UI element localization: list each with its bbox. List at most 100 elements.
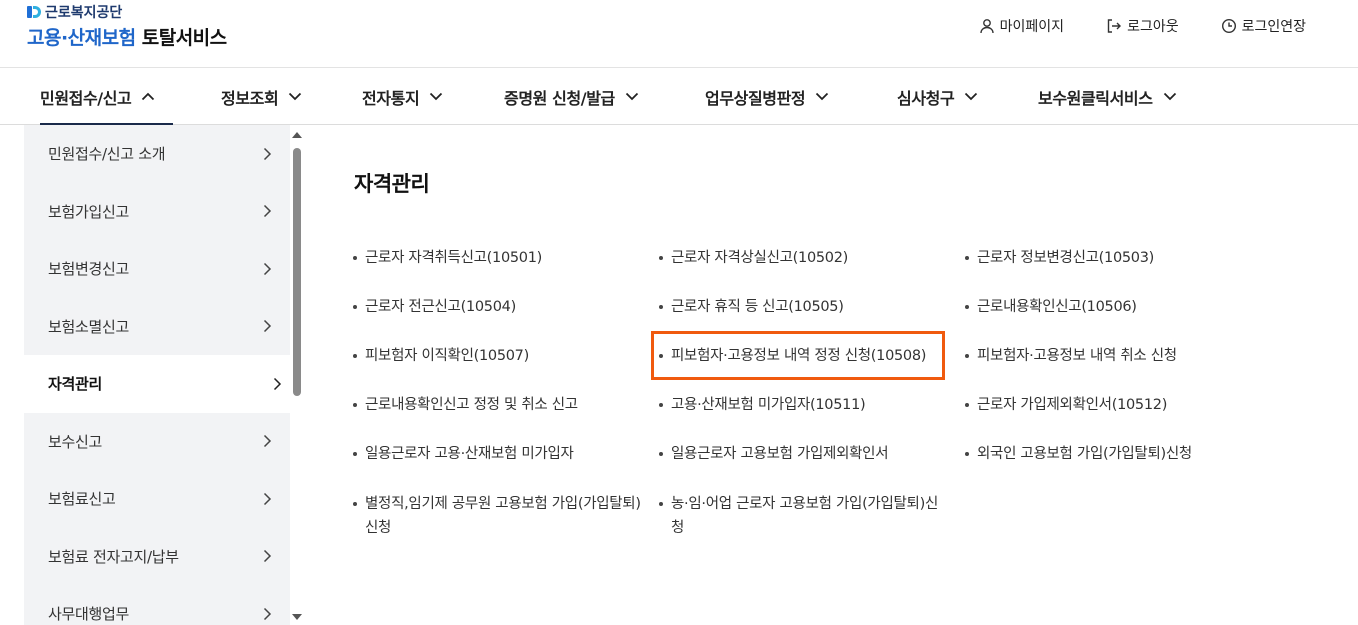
sidebar-item-label: 보험소멸신고 — [48, 317, 130, 336]
gnb-label: 민원접수/신고 — [40, 88, 132, 108]
sidebar-item-qualification[interactable]: 자격관리 — [24, 355, 290, 413]
login-extend-label: 로그인연장 — [1241, 19, 1306, 35]
sidebar-item-label: 보수신고 — [48, 432, 103, 451]
link-item[interactable]: 근로자 정보변경신고(10503) — [965, 246, 1255, 270]
logo[interactable]: 근로복지공단 고용·산재보험 토탈서비스 — [27, 3, 227, 50]
gnb-item-certificate[interactable]: 증명원 신청/발급 — [504, 68, 639, 125]
mypage-label: 마이페이지 — [999, 19, 1065, 35]
chevron-down-icon — [816, 92, 829, 101]
bullet-icon — [659, 305, 663, 309]
gnb-item-occupational-disease[interactable]: 업무상질병판정 — [705, 68, 829, 125]
sidebar-scrollbar[interactable] — [292, 132, 302, 620]
service-name: 고용·산재보험 토탈서비스 — [27, 23, 227, 50]
link-item[interactable]: 농·임·어업 근로자 고용보험 가입(가입탈퇴)신청 — [659, 492, 949, 540]
sidebar-item-label: 보험료 전자고지/납부 — [48, 547, 179, 566]
link-label: 근로내용확인신고 정정 및 취소 신고 — [365, 397, 578, 413]
gnb-item-e-notice[interactable]: 전자통지 — [362, 68, 443, 125]
gnb-item-payroll-oneclick[interactable]: 보수원클릭서비스 — [1038, 68, 1177, 125]
gnb-item-info-lookup[interactable]: 정보조회 — [221, 68, 302, 125]
sidebar-item-insurance-change[interactable]: 보험변경신고 — [24, 240, 290, 298]
link-label: 피보험자 이직확인(10507) — [365, 348, 529, 364]
person-icon — [979, 19, 994, 34]
bullet-icon — [659, 403, 663, 407]
bullet-icon — [353, 502, 357, 506]
sidebar-item-insurance-termination[interactable]: 보험소멸신고 — [24, 298, 290, 356]
link-item[interactable]: 일용근로자 고용·산재보험 미가입자 — [353, 442, 643, 466]
gnb-label: 업무상질병판정 — [705, 88, 806, 108]
chevron-down-icon — [430, 92, 443, 101]
chevron-down-icon — [965, 92, 978, 101]
link-item[interactable]: 일용근로자 고용보험 가입제외확인서 — [659, 442, 949, 466]
chevron-right-icon — [263, 492, 272, 505]
scrollbar-thumb[interactable] — [293, 148, 301, 396]
link-label: 별정직,임기제 공무원 고용보험 가입(가입탈퇴)신청 — [365, 496, 641, 536]
link-item[interactable]: 근로자 자격상실신고(10502) — [659, 246, 949, 270]
sidebar-item-payroll-report[interactable]: 보수신고 — [24, 413, 290, 471]
scroll-down-arrow-icon[interactable] — [292, 614, 302, 620]
bullet-icon — [659, 256, 663, 260]
sidebar-item-premium-report[interactable]: 보험료신고 — [24, 470, 290, 528]
bullet-icon — [965, 403, 969, 407]
link-label: 근로자 휴직 등 신고(10505) — [671, 299, 844, 315]
link-label: 근로내용확인신고(10506) — [977, 299, 1137, 315]
chevron-right-icon — [263, 147, 272, 160]
sidebar-item-premium-e-notice[interactable]: 보험료 전자고지/납부 — [24, 528, 290, 586]
link-item[interactable]: 근로자 휴직 등 신고(10505) — [659, 295, 949, 319]
link-label: 고용·산재보험 미가입자(10511) — [671, 397, 866, 413]
logout-label: 로그아웃 — [1127, 19, 1179, 35]
link-item[interactable]: 근로자 자격취득신고(10501) — [353, 246, 643, 270]
link-item[interactable]: 근로자 가입제외확인서(10512) — [965, 393, 1255, 417]
chevron-down-icon — [1163, 92, 1176, 101]
gnb-label: 증명원 신청/발급 — [504, 88, 615, 108]
link-label: 근로자 전근신고(10504) — [365, 299, 516, 315]
link-item[interactable]: 피보험자·고용정보 내역 취소 신청 — [965, 344, 1255, 368]
bullet-icon — [353, 452, 357, 456]
link-label: 일용근로자 고용보험 가입제외확인서 — [671, 446, 889, 462]
bullet-icon — [659, 452, 663, 456]
chevron-right-icon — [263, 262, 272, 275]
chevron-right-icon — [263, 205, 272, 218]
link-label: 근로자 자격취득신고(10501) — [365, 250, 543, 266]
sidebar-item-insurance-join[interactable]: 보험가입신고 — [24, 183, 290, 241]
bullet-icon — [353, 403, 357, 407]
scroll-up-arrow-icon[interactable] — [292, 132, 302, 138]
link-item[interactable]: 고용·산재보험 미가입자(10511) — [659, 393, 949, 417]
link-item[interactable]: 피보험자 이직확인(10507) — [353, 344, 643, 368]
link-item[interactable]: 외국인 고용보험 가입(가입탈퇴)신청 — [965, 442, 1255, 466]
bullet-icon — [353, 305, 357, 309]
bullet-icon — [353, 256, 357, 260]
link-label: 피보험자·고용정보 내역 취소 신청 — [977, 348, 1177, 364]
sidebar: 민원접수/신고 소개 보험가입신고 보험변경신고 보험소멸신고 자격관리 보수신… — [24, 125, 290, 625]
global-nav: 민원접수/신고 정보조회 전자통지 증명원 신청/발급 업무상질병판정 심사청구… — [0, 68, 1358, 126]
gnb-item-civil-petition[interactable]: 민원접수/신고 — [40, 68, 173, 126]
link-label: 근로자 정보변경신고(10503) — [977, 250, 1155, 266]
sidebar-item-agency-work[interactable]: 사무대행업무 — [24, 585, 290, 625]
login-extend-link[interactable]: 로그인연장 — [1221, 16, 1306, 36]
chevron-down-icon — [625, 92, 638, 101]
chevron-right-icon — [273, 377, 282, 390]
sidebar-item-label: 보험변경신고 — [48, 260, 130, 279]
gnb-label: 정보조회 — [221, 88, 279, 108]
gnb-label: 심사청구 — [897, 88, 955, 108]
gnb-item-review-request[interactable]: 심사청구 — [897, 68, 978, 125]
service-name-part2: 토탈서비스 — [141, 27, 227, 49]
bullet-icon — [965, 452, 969, 456]
chevron-right-icon — [263, 607, 272, 620]
sidebar-item-intro[interactable]: 민원접수/신고 소개 — [24, 125, 290, 183]
mypage-link[interactable]: 마이페이지 — [979, 16, 1064, 36]
org-name: 근로복지공단 — [45, 5, 123, 21]
link-item[interactable]: 별정직,임기제 공무원 고용보험 가입(가입탈퇴)신청 — [353, 492, 643, 540]
link-item[interactable]: 근로내용확인신고(10506) — [965, 295, 1255, 319]
sidebar-item-label: 자격관리 — [48, 375, 103, 394]
page-title: 자격관리 — [354, 172, 430, 196]
link-label: 일용근로자 고용·산재보험 미가입자 — [365, 446, 574, 462]
bullet-icon — [965, 256, 969, 260]
chevron-right-icon — [263, 320, 272, 333]
bullet-icon — [965, 354, 969, 358]
logout-link[interactable]: 로그아웃 — [1106, 16, 1179, 36]
sidebar-item-label: 보험료신고 — [48, 490, 116, 509]
link-label: 외국인 고용보험 가입(가입탈퇴)신청 — [977, 446, 1192, 462]
link-item[interactable]: 근로내용확인신고 정정 및 취소 신고 — [353, 393, 643, 417]
sidebar-item-label: 사무대행업무 — [48, 605, 130, 624]
link-item[interactable]: 근로자 전근신고(10504) — [353, 295, 643, 319]
